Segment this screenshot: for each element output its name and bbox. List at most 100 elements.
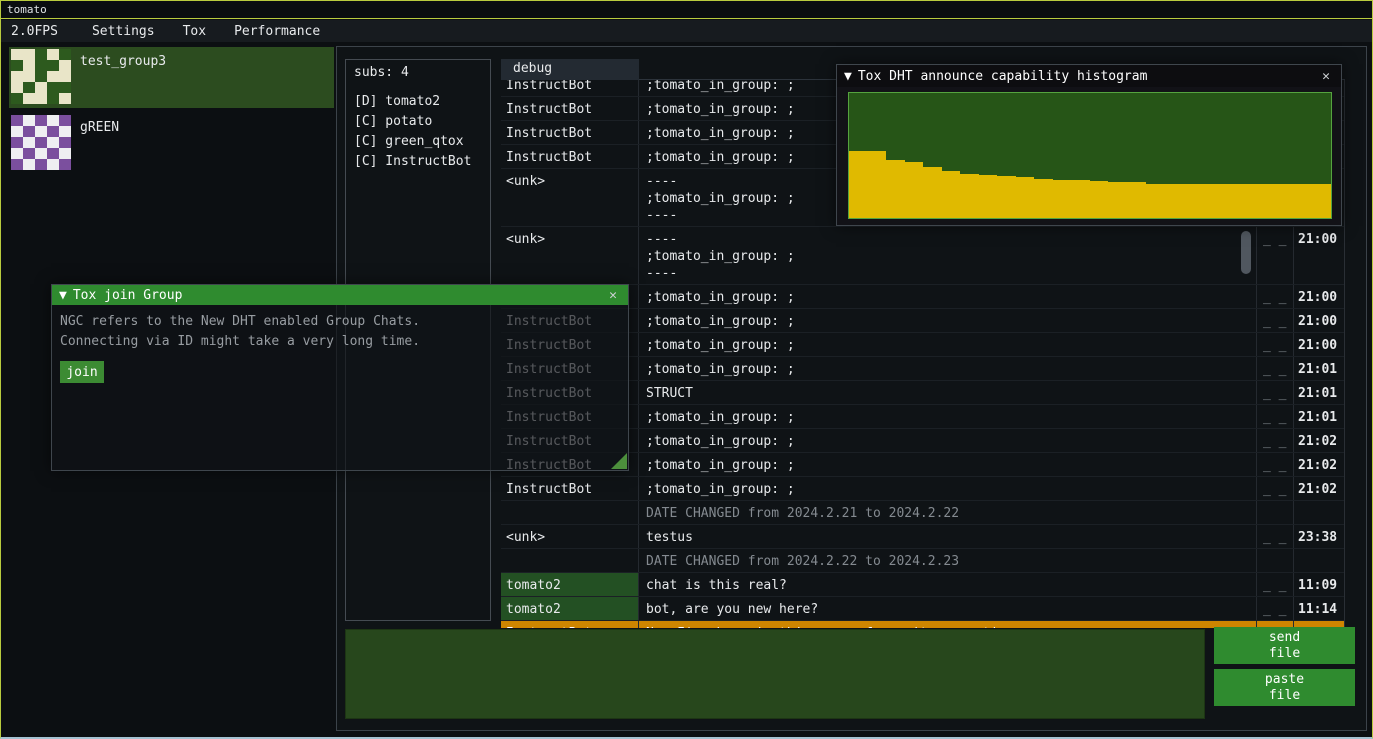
member-list: [D] tomato2[C] potato[C] green_qtox[C] I… (354, 92, 482, 172)
message-time: 21:01 (1294, 381, 1344, 404)
histogram-bar (960, 174, 979, 218)
message-text: testus (639, 525, 1257, 548)
message-time: 21:00 (1294, 309, 1344, 332)
scrollbar-thumb[interactable] (1241, 231, 1251, 274)
member-item[interactable]: [D] tomato2 (354, 92, 482, 112)
sender-name: InstructBot (501, 97, 639, 120)
histogram-bar (1146, 184, 1165, 218)
sender-name: tomato2 (501, 597, 639, 620)
paste-file-button[interactable]: paste file (1214, 669, 1355, 706)
message-row: tomato2chat is this real?_ _11:09 (501, 573, 1344, 597)
join-group-window: ▼ Tox join Group ✕ NGC refers to the New… (51, 284, 629, 471)
message-text: ;tomato_in_group: ; (639, 405, 1257, 428)
menu-items: SettingsToxPerformance (78, 24, 334, 39)
collapse-arrow-icon[interactable]: ▼ (844, 69, 852, 84)
message-text: ---- ;tomato_in_group: ; ---- (639, 227, 1257, 284)
message-time: 21:00 (1294, 227, 1344, 284)
resize-grip-icon[interactable] (611, 453, 627, 469)
message-text: No, I've been in this group for quite so… (639, 621, 1257, 628)
histogram-bar (905, 162, 924, 218)
close-icon[interactable]: ✕ (605, 288, 621, 303)
member-item[interactable]: [C] potato (354, 112, 482, 132)
sender-name: InstructBot (501, 121, 639, 144)
group-item-green[interactable]: gREEN (9, 113, 334, 174)
message-text: ;tomato_in_group: ; (639, 429, 1257, 452)
sender-name: <unk> (501, 227, 639, 284)
fps-counter: 2.0FPS (11, 24, 58, 39)
join-group-titlebar[interactable]: ▼ Tox join Group ✕ (52, 285, 628, 305)
send-file-button[interactable]: send file (1214, 627, 1355, 664)
message-text: STRUCT (639, 381, 1257, 404)
message-text: ;tomato_in_group: ; (639, 453, 1257, 476)
histogram-bar (1220, 184, 1239, 218)
sender-name: <unk> (501, 525, 639, 548)
message-text: ;tomato_in_group: ; (639, 357, 1257, 380)
histogram-bar (849, 151, 868, 218)
message-status: _ _ (1257, 429, 1294, 452)
join-group-body: NGC refers to the New DHT enabled Group … (52, 305, 628, 390)
message-time: 21:02 (1294, 429, 1344, 452)
join-group-title: Tox join Group (73, 288, 599, 303)
message-input[interactable] (345, 629, 1205, 719)
message-text: DATE CHANGED from 2024.2.21 to 2024.2.22 (639, 501, 1257, 524)
histogram-bar (1275, 184, 1294, 218)
sender-name: InstructBot (501, 80, 639, 96)
message-text: ;tomato_in_group: ; (639, 309, 1257, 332)
message-time: 21:02 (1294, 477, 1344, 500)
sender-name: <unk> (501, 169, 639, 226)
histogram-bar (1183, 184, 1202, 218)
histogram-bar (1016, 177, 1035, 218)
histogram-bar (1053, 180, 1072, 218)
message-row: <unk>---- ;tomato_in_group: ; ----_ _21:… (501, 227, 1344, 285)
group-item-test-group3[interactable]: test_group3 (9, 47, 334, 108)
message-time: 21:01 (1294, 405, 1344, 428)
dht-histogram-window: ▼ Tox DHT announce capability histogram … (836, 64, 1342, 226)
histogram-bar (1257, 184, 1276, 218)
message-status: _ _ (1257, 285, 1294, 308)
date-separator-row: DATE CHANGED from 2024.2.22 to 2024.2.23 (501, 549, 1344, 573)
message-text: ;tomato_in_group: ; (639, 285, 1257, 308)
menu-item-settings[interactable]: Settings (78, 24, 169, 39)
group-avatar (11, 49, 71, 104)
histogram-bar (1108, 182, 1127, 218)
histogram-bar (997, 176, 1016, 218)
menu-item-tox[interactable]: Tox (169, 24, 220, 39)
histogram-bar (1071, 180, 1090, 218)
menu-bar: 2.0FPS SettingsToxPerformance (1, 20, 1372, 42)
histogram-bar (1238, 184, 1257, 218)
close-icon[interactable]: ✕ (1318, 69, 1334, 84)
message-status: _ _ (1257, 597, 1294, 620)
message-time (1294, 501, 1344, 524)
message-time: 11:09 (1294, 573, 1344, 596)
member-item[interactable]: [C] green_qtox (354, 132, 482, 152)
histogram-bar (886, 160, 905, 218)
message-status: _ _ (1257, 477, 1294, 500)
message-time: 21:02 (1294, 453, 1344, 476)
menu-item-performance[interactable]: Performance (220, 24, 334, 39)
join-description-line2: Connecting via ID might take a very long… (60, 332, 620, 352)
tab-debug[interactable]: debug (501, 59, 639, 80)
message-status: _ _ (1257, 573, 1294, 596)
message-time (1294, 549, 1344, 572)
join-button[interactable]: join (60, 361, 104, 383)
histogram-plot[interactable] (848, 92, 1332, 219)
message-status: _ _ (1257, 333, 1294, 356)
collapse-arrow-icon[interactable]: ▼ (59, 288, 67, 303)
sender-name (501, 501, 639, 524)
histogram-bar (1294, 184, 1313, 218)
dht-histogram-title: Tox DHT announce capability histogram (858, 69, 1312, 84)
histogram-bar (1090, 181, 1109, 218)
histogram-bar (942, 171, 961, 218)
window-titlebar[interactable]: tomato (1, 1, 1372, 19)
sender-name: tomato2 (501, 573, 639, 596)
date-separator-row: DATE CHANGED from 2024.2.21 to 2024.2.22 (501, 501, 1344, 525)
message-text: bot, are you new here? (639, 597, 1257, 620)
histogram-bar (1312, 184, 1331, 218)
dht-histogram-titlebar[interactable]: ▼ Tox DHT announce capability histogram … (837, 65, 1341, 87)
member-item[interactable]: [C] InstructBot (354, 152, 482, 172)
sender-name: InstructBot (501, 145, 639, 168)
sender-name: InstructBot (501, 477, 639, 500)
message-time: 21:01 (1294, 357, 1344, 380)
message-text: chat is this real? (639, 573, 1257, 596)
histogram-bar (1127, 182, 1146, 218)
